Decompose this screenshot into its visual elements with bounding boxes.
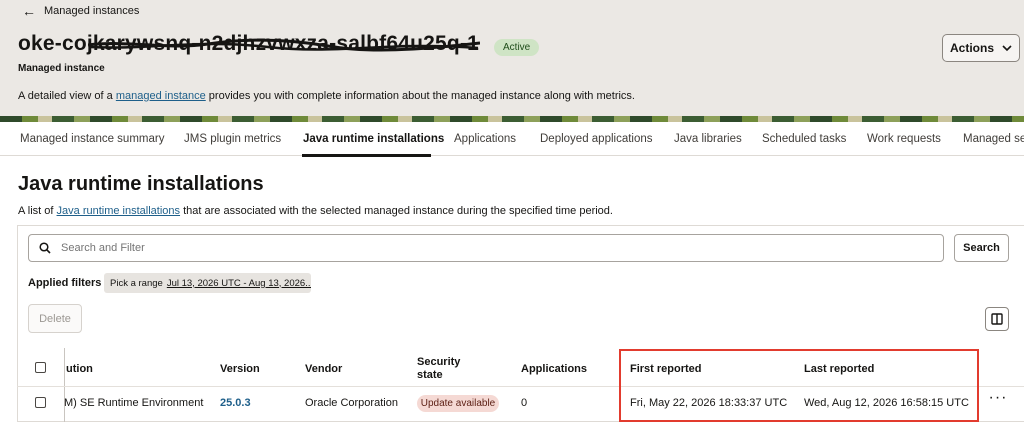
- delete-button[interactable]: Delete: [28, 304, 82, 333]
- page-subtitle: Managed instance: [18, 63, 105, 74]
- tab-java-runtime-installations[interactable]: Java runtime installations: [303, 133, 444, 145]
- actions-button[interactable]: Actions: [942, 34, 1020, 62]
- tab-work-requests[interactable]: Work requests: [867, 133, 941, 145]
- tab-java-libraries[interactable]: Java libraries: [674, 133, 742, 145]
- column-header-version[interactable]: Version: [220, 363, 260, 375]
- column-header-security-state[interactable]: Security state: [417, 356, 460, 382]
- section-desc-prefix: A list of: [18, 205, 57, 217]
- tab-managed-services[interactable]: Managed se: [963, 133, 1024, 145]
- highlight-box: [619, 349, 979, 422]
- search-input[interactable]: [61, 242, 861, 254]
- description-prefix: A detailed view of a: [18, 90, 116, 102]
- description-suffix: provides you with complete information a…: [205, 90, 635, 102]
- search-icon: [39, 242, 51, 254]
- cell-vendor: Oracle Corporation: [305, 397, 398, 409]
- java-runtime-installations-link[interactable]: Java runtime installations: [57, 205, 181, 217]
- tab-managed-instance-summary[interactable]: Managed instance summary: [20, 133, 164, 145]
- chip-value[interactable]: Jul 13, 2026 UTC - Aug 13, 2026...: [167, 278, 311, 289]
- redaction-scribble: [88, 38, 480, 52]
- breadcrumb-back[interactable]: ← Managed instances: [22, 4, 139, 18]
- cell-distribution: M) SE Runtime Environment: [64, 397, 204, 409]
- tab-deployed-applications[interactable]: Deployed applications: [540, 133, 653, 145]
- actions-label[interactable]: Actions: [950, 41, 994, 55]
- cell-version-link[interactable]: 25.0.3: [220, 397, 251, 409]
- search-field[interactable]: [28, 234, 944, 262]
- header-decoration: [0, 116, 1024, 122]
- arrow-left-icon[interactable]: ←: [22, 4, 36, 18]
- security-header-line1: Security: [417, 356, 461, 368]
- more-horizontal-icon[interactable]: ···: [988, 390, 1008, 409]
- date-range-filter-chip[interactable]: Pick a range Jul 13, 2026 UTC - Aug 13, …: [104, 273, 311, 293]
- status-badge: Active: [494, 39, 540, 56]
- column-resize-handle[interactable]: [64, 348, 65, 422]
- tab-jms-plugin-metrics[interactable]: JMS plugin metrics: [184, 133, 281, 145]
- section-desc-suffix: that are associated with the selected ma…: [180, 205, 613, 217]
- columns-icon: [991, 313, 1003, 325]
- search-button[interactable]: Search: [954, 234, 1009, 262]
- column-header-distribution[interactable]: ution: [66, 363, 93, 375]
- back-link-label[interactable]: Managed instances: [44, 5, 139, 17]
- columns-button[interactable]: [985, 307, 1009, 331]
- cell-applications: 0: [521, 397, 528, 409]
- page-description: A detailed view of a managed instance pr…: [18, 90, 635, 102]
- column-header-applications[interactable]: Applications: [521, 363, 587, 375]
- chip-label: Pick a range: [110, 277, 163, 289]
- tab-bar: Managed instance summary JMS plugin metr…: [0, 126, 1024, 157]
- active-tab-indicator: [302, 154, 431, 157]
- tab-scheduled-tasks[interactable]: Scheduled tasks: [762, 133, 846, 145]
- tab-applications[interactable]: Applications: [454, 133, 516, 145]
- chevron-down-icon[interactable]: [1002, 44, 1012, 52]
- column-header-vendor[interactable]: Vendor: [305, 363, 342, 375]
- row-checkbox[interactable]: [35, 397, 46, 408]
- section-description: A list of Java runtime installations tha…: [18, 205, 613, 217]
- applied-filters-label: Applied filters: [28, 277, 102, 289]
- select-all-checkbox[interactable]: [35, 362, 46, 373]
- managed-instance-link[interactable]: managed instance: [116, 90, 206, 102]
- section-title: Java runtime installations: [18, 173, 264, 195]
- security-state-badge: Update available: [417, 395, 499, 412]
- security-header-line2: state: [417, 369, 443, 381]
- page-header: ← Managed instances oke-cojkarywsnq-n2dj…: [0, 0, 1024, 122]
